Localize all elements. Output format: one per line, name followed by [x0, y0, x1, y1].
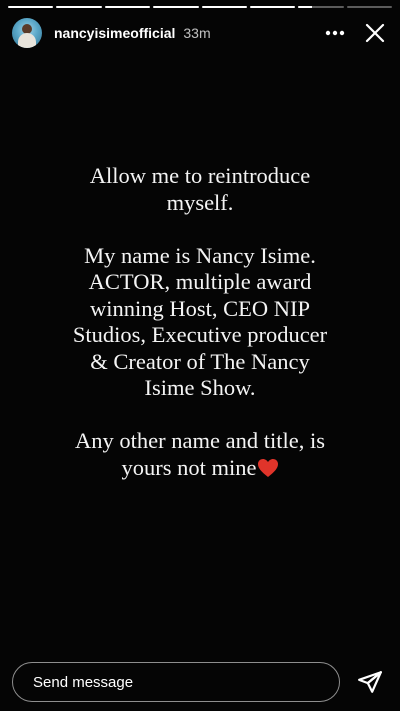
- progress-segment: [153, 6, 199, 8]
- close-icon[interactable]: [360, 18, 390, 48]
- story-text-content: Allow me to reintroduce myself. My name …: [30, 163, 370, 481]
- progress-segment: [346, 6, 392, 8]
- progress-segment: [8, 6, 54, 8]
- progress-segment-fill: [298, 6, 312, 8]
- story-footer: [12, 661, 390, 703]
- username[interactable]: nancyisimeofficial: [54, 25, 175, 41]
- progress-segment: [56, 6, 102, 8]
- progress-segment: [298, 6, 344, 8]
- progress-segment: [249, 6, 296, 8]
- avatar[interactable]: [12, 18, 42, 48]
- story-viewer: nancyisimeofficial 33m Allow me to reint…: [0, 0, 400, 711]
- heart-emoji-icon: [257, 458, 279, 478]
- progress-segment: [104, 6, 151, 8]
- progress-segment-fill: [56, 6, 102, 8]
- progress-segment-fill: [153, 6, 199, 8]
- story-header: nancyisimeofficial 33m: [12, 16, 390, 50]
- story-progress-bar: [8, 6, 392, 8]
- post-time: 33m: [183, 25, 211, 41]
- progress-segment-fill: [8, 6, 54, 8]
- send-message-input[interactable]: [12, 662, 340, 702]
- more-icon[interactable]: [320, 18, 350, 48]
- progress-segment-fill: [249, 6, 296, 8]
- progress-segment: [201, 6, 247, 8]
- send-icon[interactable]: [350, 662, 390, 702]
- progress-segment-fill: [201, 6, 247, 8]
- story-text: Allow me to reintroduce myself. My name …: [72, 163, 328, 480]
- progress-segment-fill: [104, 6, 151, 8]
